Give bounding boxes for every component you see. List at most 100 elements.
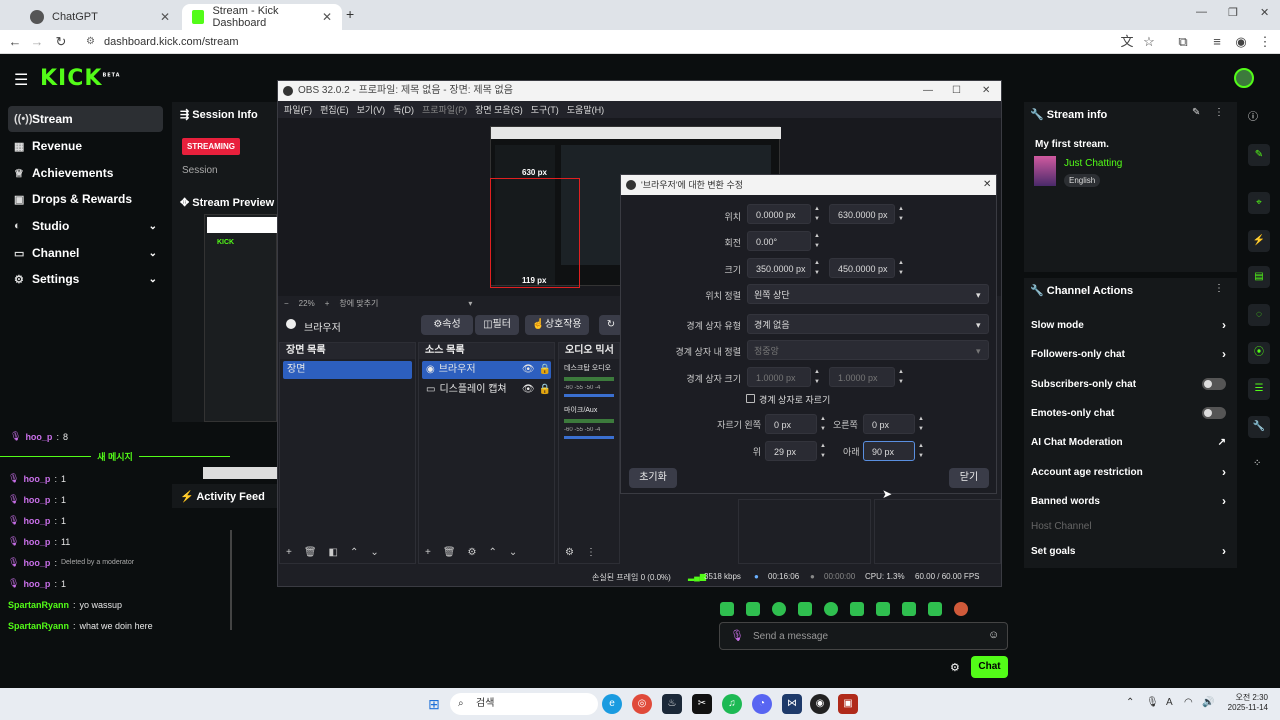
emoji-icon[interactable]: ☺ bbox=[988, 629, 999, 641]
chat-username[interactable]: hoo_p bbox=[23, 558, 50, 568]
category-thumbnail[interactable] bbox=[1034, 156, 1056, 186]
add-icon[interactable]: + bbox=[286, 547, 292, 558]
emote-icon[interactable] bbox=[928, 602, 942, 616]
minimize-icon[interactable]: — bbox=[1196, 6, 1207, 18]
interact-button[interactable]: ☝상호작용 bbox=[525, 315, 589, 335]
pencil-icon[interactable]: ✎ bbox=[1248, 144, 1270, 166]
properties-button[interactable]: ⚙속성 bbox=[421, 315, 473, 335]
emote-icon[interactable] bbox=[954, 602, 968, 616]
bookmark-star-icon[interactable]: ☆ bbox=[1140, 33, 1158, 51]
obs-menu-item[interactable]: 보기(V) bbox=[357, 103, 386, 116]
crop-right-stepper[interactable]: ▲ ▼ bbox=[915, 414, 927, 434]
zoom-fit-select[interactable]: 창에 맞추기 bbox=[339, 298, 378, 309]
maximize-icon[interactable]: ☐ bbox=[952, 81, 961, 101]
chat-input[interactable]: 🎙 Send a message ☺ bbox=[719, 622, 1008, 650]
position-y-stepper[interactable]: ▲ ▼ bbox=[895, 204, 907, 224]
size-width-input[interactable]: 350.0000 px bbox=[747, 258, 811, 278]
reload-icon[interactable]: ↻ bbox=[52, 33, 70, 51]
bbox-align-select[interactable]: 정중앙 ▾ bbox=[747, 340, 989, 360]
emote-icon[interactable] bbox=[876, 602, 890, 616]
profile-icon[interactable]: ◉ bbox=[1232, 33, 1250, 51]
bbox-height-input[interactable]: 1.0000 px bbox=[829, 367, 895, 387]
crop-left-stepper[interactable]: ▲ ▼ bbox=[817, 414, 829, 434]
channel-action-item[interactable]: Subscribers-only chat bbox=[1031, 377, 1226, 391]
apps-icon[interactable]: ⁘ bbox=[1253, 458, 1261, 469]
nav-stream[interactable]: ((•)) Stream bbox=[8, 106, 163, 132]
bbox-height-stepper[interactable]: ▲ ▼ bbox=[895, 367, 907, 387]
source-item-display[interactable]: ▭ 디스플레이 캡쳐 👁 🔒 bbox=[422, 381, 551, 399]
nav-settings[interactable]: ⚙ Settings ⌄ bbox=[8, 266, 163, 292]
chrome-icon[interactable]: ◎ bbox=[632, 694, 652, 714]
crop-bottom-stepper[interactable]: ▲ ▼ bbox=[915, 441, 927, 461]
more-options-icon[interactable]: ⋮ bbox=[1214, 107, 1224, 118]
kick-logo[interactable]: KICKBETA bbox=[40, 66, 121, 91]
size-width-stepper[interactable]: ▲ ▼ bbox=[811, 258, 823, 278]
size-height-input[interactable]: 450.0000 px bbox=[829, 258, 895, 278]
menu-icon[interactable]: ⋮ bbox=[1256, 33, 1274, 51]
emote-icon[interactable] bbox=[772, 602, 786, 616]
bbox-width-input[interactable]: 1.0000 px bbox=[747, 367, 811, 387]
rotation-stepper[interactable]: ▲ ▼ bbox=[811, 231, 823, 251]
obs-menu-item[interactable]: 편집(E) bbox=[320, 103, 349, 116]
channel-action-item[interactable]: Banned words › bbox=[1031, 494, 1226, 508]
edge-icon[interactable]: e bbox=[602, 694, 622, 714]
chat-username[interactable]: hoo_p bbox=[23, 516, 50, 526]
crop-top-input[interactable]: 29 px bbox=[765, 441, 817, 461]
chat-settings-gear-icon[interactable]: ⚙ bbox=[950, 661, 960, 674]
tab-chatgpt[interactable]: ChatGPT ✕ bbox=[20, 4, 180, 30]
chat-scrollbar[interactable] bbox=[230, 530, 232, 630]
filters-button[interactable]: ◫필터 bbox=[475, 315, 519, 335]
nav-achievements[interactable]: ♕ Achievements bbox=[8, 160, 163, 186]
trash-icon[interactable]: 🗑 bbox=[443, 547, 456, 558]
extensions-icon[interactable]: ⧉ bbox=[1174, 33, 1192, 51]
scene-item[interactable]: 장면 bbox=[283, 361, 412, 379]
move-up-icon[interactable]: ⌃ bbox=[489, 547, 497, 558]
app-icon[interactable]: ▣ bbox=[838, 694, 858, 714]
emote-icon[interactable] bbox=[902, 602, 916, 616]
move-up-icon[interactable]: ⌃ bbox=[350, 547, 358, 558]
ime-icon[interactable]: A bbox=[1166, 697, 1173, 708]
move-down-icon[interactable]: ⌄ bbox=[509, 547, 517, 558]
obs-menu-item[interactable]: 프로파일(P) bbox=[422, 103, 467, 116]
eye-icon[interactable]: 👁 bbox=[522, 361, 535, 379]
zoom-out-button[interactable]: − bbox=[284, 299, 289, 308]
nav-drops-rewards[interactable]: ▣ Drops & Rewards bbox=[8, 186, 163, 212]
minimize-icon[interactable]: — bbox=[923, 81, 933, 101]
toggle-switch[interactable] bbox=[1202, 378, 1226, 390]
more-options-icon[interactable]: ⋮ bbox=[1214, 283, 1224, 294]
mic-icon[interactable]: 🎙 bbox=[1146, 697, 1159, 708]
capcut-icon[interactable]: ✂ bbox=[692, 694, 712, 714]
new-tab-button[interactable]: + bbox=[346, 6, 354, 22]
maximize-icon[interactable]: ❐ bbox=[1228, 6, 1238, 19]
emote-icon[interactable] bbox=[720, 602, 734, 616]
move-down-icon[interactable]: ⌄ bbox=[370, 547, 378, 558]
chat-username[interactable]: hoo_p bbox=[23, 537, 50, 547]
position-y-input[interactable]: 630.0000 px bbox=[829, 204, 895, 224]
bbox-type-select[interactable]: 경계 없음 ▾ bbox=[747, 314, 989, 334]
obs-menu-item[interactable]: 도구(T) bbox=[531, 103, 559, 116]
channel-action-item[interactable]: Followers-only chat › bbox=[1031, 347, 1226, 361]
crop-right-input[interactable]: 0 px bbox=[863, 414, 915, 434]
channel-action-item[interactable]: AI Chat Moderation ↗ bbox=[1031, 435, 1226, 449]
close-icon[interactable]: ✕ bbox=[322, 10, 332, 24]
rotation-input[interactable]: 0.00° bbox=[747, 231, 811, 251]
info-icon[interactable]: ⓘ bbox=[1248, 108, 1258, 123]
size-height-stepper[interactable]: ▲ ▼ bbox=[895, 258, 907, 278]
chat-username[interactable]: hoo_p bbox=[23, 474, 50, 484]
taskbar-search[interactable]: ⌕ 검색 bbox=[450, 693, 598, 715]
forward-icon[interactable]: → bbox=[28, 33, 46, 51]
channel-action-item[interactable]: Slow mode › bbox=[1031, 318, 1226, 332]
clipboard-icon[interactable]: ▤ bbox=[1248, 266, 1270, 288]
site-info-icon[interactable]: ⚙ bbox=[86, 32, 95, 52]
user-avatar[interactable] bbox=[1234, 68, 1254, 88]
desktop-audio-slider[interactable] bbox=[564, 394, 614, 397]
crop-top-stepper[interactable]: ▲ ▼ bbox=[817, 441, 829, 461]
lightning-icon[interactable]: ⚡ bbox=[1248, 230, 1270, 252]
obs-menu-item[interactable]: 독(D) bbox=[393, 103, 414, 116]
wifi-icon[interactable]: ◠ bbox=[1184, 697, 1193, 708]
crop-left-input[interactable]: 0 px bbox=[765, 414, 817, 434]
zoom-in-button[interactable]: + bbox=[325, 299, 330, 308]
steam-icon[interactable]: ♨ bbox=[662, 694, 682, 714]
close-window-icon[interactable]: ✕ bbox=[1260, 6, 1269, 19]
lock-icon[interactable]: 🔒 bbox=[539, 361, 551, 379]
